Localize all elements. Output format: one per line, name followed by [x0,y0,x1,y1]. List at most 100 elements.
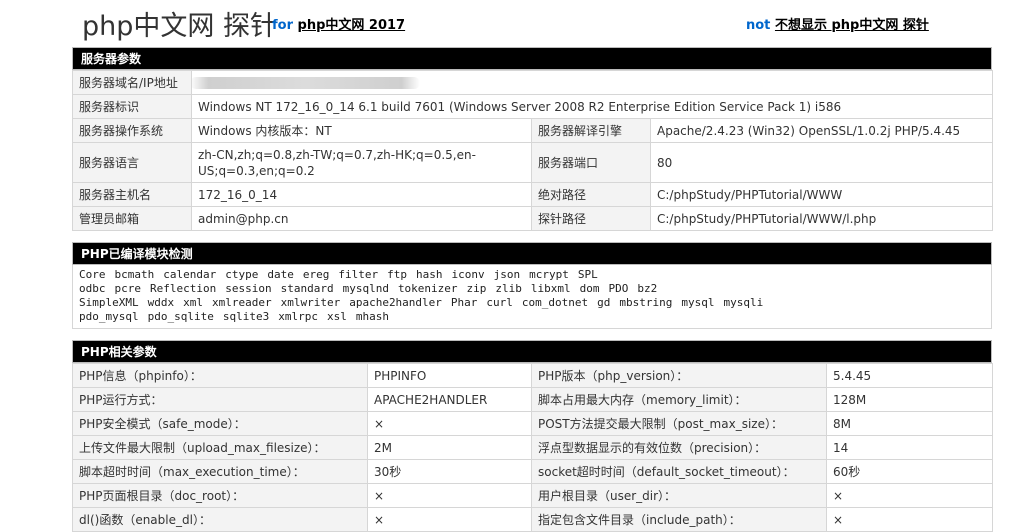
module-item: xsl [326,310,347,323]
section-title: PHP相关参数 [72,340,992,363]
table-row: PHP页面根目录（doc_root）： × 用户根目录（user_dir）： × [72,483,993,508]
for-keyword: for [272,18,293,33]
module-item: mbstring [619,296,673,309]
module-item: bz2 [637,282,658,295]
table-row: PHP运行方式： APACHE2HANDLER 脚本占用最大内存（memory_li… [72,387,993,412]
php-cn-link[interactable]: php中文网 2017 [298,18,406,33]
module-item: mhash [355,310,389,323]
module-item: com_dotnet [521,296,589,309]
server-params-section: 服务器参数 服务器域名/IP地址 服务器标识 Windows NT 172_16… [72,47,994,231]
module-item: hash [415,268,443,281]
param-label: 上传文件最大限制（upload_max_filesize）： [72,435,368,460]
not-keyword: not [746,18,771,33]
php-params-table: PHP信息（phpinfo）： PHPINFO PHP版本（php_version）… [72,363,993,532]
param-label: 浮点型数据显示的有效位数（precision）： [531,435,827,460]
hide-probe-link[interactable]: 不想显示 php中文网 探针 [775,18,929,33]
module-item: xmlwriter [280,296,341,309]
table-row: 服务器标识 Windows NT 172_16_0_14 6.1 build 7… [72,94,994,119]
module-item: ftp [387,268,407,281]
module-item: pdo_mysql [79,310,139,323]
param-value: × [826,507,993,532]
host-label: 服务器主机名 [72,182,192,207]
module-item: mysql [681,296,715,309]
brand-title: php中文网 探针 [82,11,277,42]
section-title: 服务器参数 [72,47,992,70]
module-item: bcmath [114,268,155,281]
table-row: 服务器语言 zh-CN,zh;q=0.8,zh-TW;q=0.7,zh-HK;q… [72,142,994,183]
param-value: 30秒 [367,459,532,484]
abspath-label: 绝对路径 [531,182,651,207]
module-item: mcrypt [529,268,569,281]
param-value: 5.4.45 [826,363,993,388]
module-item: xmlrpc [278,310,318,323]
param-value: 60秒 [826,459,993,484]
php-params-section: PHP相关参数 PHP信息（phpinfo）： PHPINFO PHP版本（php_… [72,340,993,532]
port-label: 服务器端口 [531,142,651,183]
module-item: Phar [450,296,478,309]
module-item: gd [597,296,611,309]
module-item: mysqli [723,296,764,309]
probepath-value: C:/phpStudy/PHPTutorial/WWW/l.php [649,206,994,231]
param-value: 14 [826,435,993,460]
param-label: socket超时时间（default_socket_timeout）： [531,459,827,484]
table-row: 上传文件最大限制（upload_max_filesize）： 2M 浮点型数据显示的… [72,435,993,460]
module-item: pdo_sqlite [147,310,214,323]
param-label: PHP安全模式（safe_mode）： [72,411,368,436]
param-value: × [367,483,532,508]
param-value: × [367,507,532,532]
table-row: 脚本超时时间（max_execution_time）： 30秒 socket超时时间… [72,459,993,484]
module-item: filter [338,268,379,281]
admin-value: admin@php.cn [191,206,532,231]
param-value: 8M [826,411,993,436]
module-item: date [267,268,294,281]
id-label: 服务器标识 [72,94,192,119]
abspath-value: C:/phpStudy/PHPTutorial/WWW [649,182,994,207]
param-value: × [367,411,532,436]
param-value: APACHE2HANDLER [367,387,532,412]
os-value: Windows 内核版本：NT [191,118,532,143]
module-item: Reflection [150,282,217,295]
module-item: sqlite3 [222,310,270,323]
param-label: PHP信息（phpinfo）： [72,363,368,388]
section-title: PHP已编译模块检测 [72,242,992,265]
param-label: 脚本占用最大内存（memory_limit）： [531,387,827,412]
module-item: curl [486,296,513,309]
param-value: PHPINFO [367,363,532,388]
module-item: mysqlnd [342,282,389,295]
param-value: 128M [826,387,993,412]
param-value: 2M [367,435,532,460]
probepath-label: 探针路径 [531,206,651,231]
param-label: 指定包含文件目录（include_path）： [531,507,827,532]
lang-value: zh-CN,zh;q=0.8,zh-TW;q=0.7,zh-HK;q=0.5,e… [191,142,532,183]
port-value: 80 [649,142,994,183]
domain-value [190,70,994,95]
redacted-mask [192,77,420,89]
param-label: PHP页面根目录（doc_root）： [72,483,368,508]
module-item: iconv [451,268,485,281]
module-item: ctype [225,268,259,281]
module-item: apache2handler [349,296,442,309]
hide-line: not 不想显示 php中文网 探针 [746,14,929,33]
module-item: pcre [114,282,142,295]
id-value: Windows NT 172_16_0_14 6.1 build 7601 (W… [190,94,994,119]
param-label: dl()函数（enable_dl）： [72,507,368,532]
module-item: tokenizer [397,282,458,295]
param-label: 脚本超时时间（max_execution_time）： [72,459,368,484]
module-item: calendar [163,268,217,281]
engine-value: Apache/2.4.23 (Win32) OpenSSL/1.0.2j PHP… [649,118,994,143]
module-item: zip [466,282,487,295]
modules-list: Core bcmath calendar ctype date ereg filter ftp… [72,265,992,329]
domain-label: 服务器域名/IP地址 [72,70,192,95]
table-row: PHP信息（phpinfo）： PHPINFO PHP版本（php_version）… [72,363,993,388]
engine-label: 服务器解译引擎 [531,118,651,143]
module-item: PDO [608,282,629,295]
server-params-table: 服务器域名/IP地址 服务器标识 Windows NT 172_16_0_14 … [72,70,994,231]
lang-label: 服务器语言 [72,142,192,183]
module-item: SPL [577,268,598,281]
module-item: dom [579,282,600,295]
module-item: json [493,268,521,281]
table-row: PHP安全模式（safe_mode）： × POST方法提交最大限制（post_ma… [72,411,993,436]
host-value: 172_16_0_14 [191,182,532,207]
table-row: 服务器域名/IP地址 [72,70,994,95]
module-item: odbc [79,282,106,295]
